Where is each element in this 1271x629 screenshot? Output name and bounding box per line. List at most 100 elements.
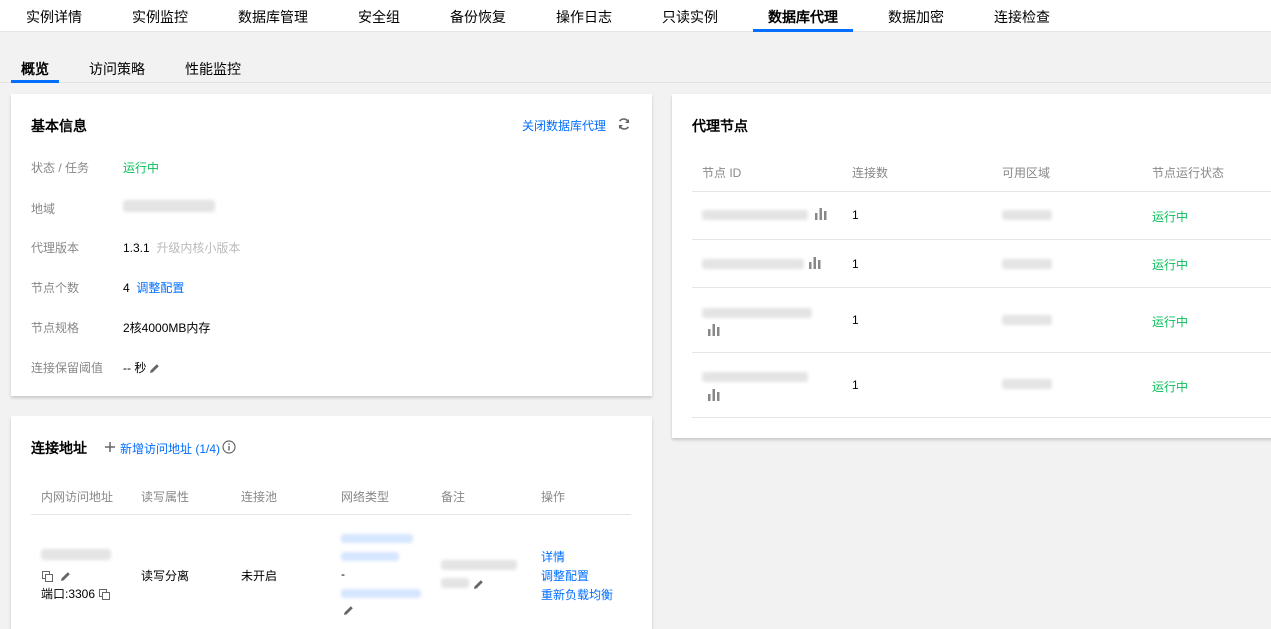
version-label: 代理版本 xyxy=(31,241,80,255)
add-access-address-link[interactable]: 新增访问地址 (1/4) xyxy=(120,440,220,457)
subnet-link[interactable] xyxy=(341,587,421,601)
node-connections: 1 xyxy=(852,378,859,392)
monitor-chart-icon[interactable] xyxy=(808,256,822,269)
node-id xyxy=(702,307,812,321)
rebalance-link[interactable]: 重新负载均衡 xyxy=(541,586,613,603)
edit-icon[interactable] xyxy=(149,363,160,374)
edit-icon[interactable] xyxy=(60,571,71,582)
tab-database-management[interactable]: 数据库管理 xyxy=(238,0,308,32)
node-spec-value: 2核4000MB内存 xyxy=(123,321,211,335)
region-label: 地域 xyxy=(31,202,56,216)
basic-info-title: 基本信息 xyxy=(31,118,87,134)
edit-icon[interactable] xyxy=(343,605,354,616)
tab-instance-monitor[interactable]: 实例监控 xyxy=(132,0,188,32)
subtab-performance-monitor[interactable]: 性能监控 xyxy=(185,59,241,79)
copy-icon[interactable] xyxy=(99,589,111,601)
col-header-node-id: 节点 ID xyxy=(702,166,742,180)
tab-data-encryption[interactable]: 数据加密 xyxy=(888,0,944,32)
connection-title: 连接地址 xyxy=(31,440,87,456)
keepalive-value: -- 秒 xyxy=(123,359,160,376)
node-connections: 1 xyxy=(852,208,859,222)
node-id xyxy=(702,371,808,385)
row-divider xyxy=(692,287,1271,288)
remark-value xyxy=(441,559,517,573)
port-value: 端口:3306 xyxy=(41,585,111,602)
node-count-value: 4 调整配置 xyxy=(123,279,184,296)
adjust-config-link[interactable]: 调整配置 xyxy=(541,567,589,584)
node-id xyxy=(702,258,804,272)
rw-attribute-value: 读写分离 xyxy=(141,569,190,583)
node-status: 运行中 xyxy=(1152,380,1189,394)
refresh-icon[interactable] xyxy=(617,117,631,131)
node-count-number: 4 xyxy=(123,281,130,295)
node-connections: 1 xyxy=(852,257,859,271)
node-zone xyxy=(1002,378,1052,392)
connection-card: 连接地址 新增访问地址 (1/4) 内网访问地址 读写属性 连接池 网络类型 备… xyxy=(11,416,652,629)
vpc-link[interactable] xyxy=(341,532,413,546)
close-proxy-link[interactable]: 关闭数据库代理 xyxy=(522,117,606,134)
status-label: 状态 / 任务 xyxy=(31,161,90,175)
copy-icon[interactable] xyxy=(42,571,53,583)
node-status: 运行中 xyxy=(1152,315,1189,329)
connection-pool-value: 未开启 xyxy=(241,569,278,583)
tab-operation-log[interactable]: 操作日志 xyxy=(556,0,612,32)
node-status: 运行中 xyxy=(1152,258,1189,272)
tab-database-proxy[interactable]: 数据库代理 xyxy=(768,0,838,32)
details-link[interactable]: 详情 xyxy=(541,548,565,565)
subtab-overview[interactable]: 概览 xyxy=(21,59,49,79)
plus-icon[interactable] xyxy=(105,442,115,452)
proxy-nodes-title: 代理节点 xyxy=(692,118,748,134)
col-header-actions: 操作 xyxy=(541,490,566,504)
node-zone xyxy=(1002,258,1052,272)
node-status: 运行中 xyxy=(1152,210,1189,224)
node-spec-label: 节点规格 xyxy=(31,321,80,335)
col-header-availability-zone: 可用区域 xyxy=(1002,166,1051,180)
keepalive-label: 连接保留阈值 xyxy=(31,361,104,375)
active-tab-indicator xyxy=(753,29,853,32)
region-value xyxy=(123,200,215,215)
row-divider xyxy=(692,352,1271,353)
row-divider xyxy=(692,417,1271,418)
table-divider xyxy=(31,514,631,515)
network-separator: - xyxy=(341,567,345,581)
info-icon[interactable] xyxy=(222,440,236,454)
vpc-link-line2[interactable] xyxy=(341,550,399,564)
internal-ip xyxy=(41,549,111,563)
monitor-chart-icon[interactable] xyxy=(707,323,721,336)
tab-backup-restore[interactable]: 备份恢复 xyxy=(450,0,506,32)
port-text: 端口:3306 xyxy=(41,587,96,601)
tab-instance-details[interactable]: 实例详情 xyxy=(26,0,82,32)
tab-connection-check[interactable]: 连接检查 xyxy=(994,0,1050,32)
remark-value-line2 xyxy=(441,577,484,591)
node-count-label: 节点个数 xyxy=(31,281,80,295)
proxy-nodes-card: 代理节点 节点 ID 连接数 可用区域 节点运行状态 1 运行中 1 运行中 1… xyxy=(672,94,1271,438)
top-nav: 实例详情 实例监控 数据库管理 安全组 备份恢复 操作日志 只读实例 数据库代理… xyxy=(0,0,1271,32)
tab-security-group[interactable]: 安全组 xyxy=(358,0,400,32)
col-header-connections: 连接数 xyxy=(852,166,889,180)
node-zone xyxy=(1002,209,1052,223)
row-divider xyxy=(692,239,1271,240)
version-value: 1.3.1 升级内核小版本 xyxy=(123,239,240,256)
col-header-connection-pool: 连接池 xyxy=(241,490,278,504)
version-number: 1.3.1 xyxy=(123,241,150,255)
col-header-node-status: 节点运行状态 xyxy=(1152,166,1225,180)
keepalive-number: -- 秒 xyxy=(123,361,147,375)
status-value: 运行中 xyxy=(123,161,160,175)
basic-info-card: 基本信息 关闭数据库代理 状态 / 任务 运行中 地域 代理版本 1.3.1 升… xyxy=(11,94,652,396)
table-divider xyxy=(692,191,1271,192)
col-header-remark: 备注 xyxy=(441,490,466,504)
ip-actions xyxy=(42,569,71,583)
monitor-chart-icon[interactable] xyxy=(707,388,721,401)
monitor-chart-icon[interactable] xyxy=(814,207,828,220)
col-header-rw-attribute: 读写属性 xyxy=(141,490,190,504)
adjust-config-link[interactable]: 调整配置 xyxy=(136,281,184,295)
edit-icon[interactable] xyxy=(473,579,484,590)
col-header-network-type: 网络类型 xyxy=(341,490,390,504)
subtab-access-policy[interactable]: 访问策略 xyxy=(89,59,145,79)
node-id xyxy=(702,209,808,223)
node-connections: 1 xyxy=(852,313,859,327)
node-zone xyxy=(1002,314,1052,328)
version-upgrade-text: 升级内核小版本 xyxy=(156,241,241,255)
active-subtab-indicator xyxy=(11,80,59,83)
tab-readonly-instance[interactable]: 只读实例 xyxy=(662,0,718,32)
